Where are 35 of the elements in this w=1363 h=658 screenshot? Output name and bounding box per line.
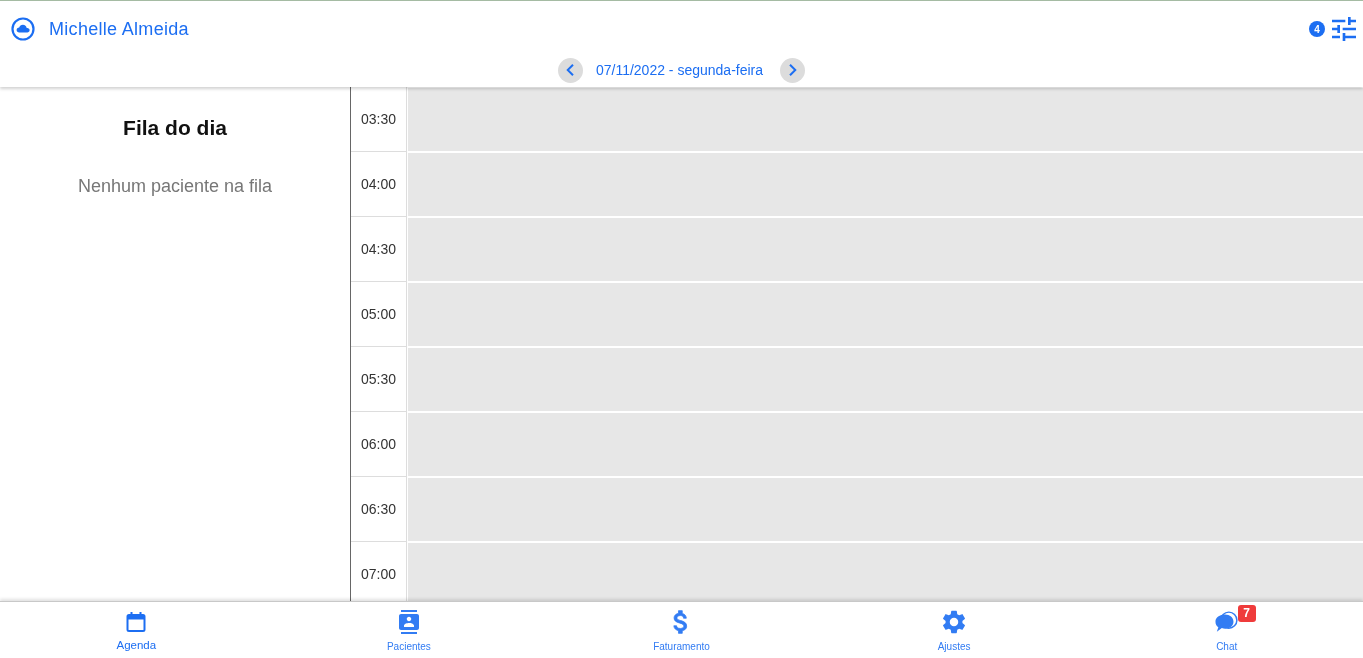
time-slot[interactable]: [408, 348, 1363, 411]
chevron-right-icon: [788, 64, 797, 76]
time-label: 05:30: [351, 347, 407, 412]
time-label: 05:00: [351, 282, 407, 347]
time-slot[interactable]: [408, 543, 1363, 601]
time-label: 06:30: [351, 477, 407, 542]
cloud-icon: [11, 17, 35, 41]
time-label: 03:30: [351, 87, 407, 152]
empty-queue-message: Nenhum paciente na fila: [77, 175, 273, 197]
chevron-left-icon: [566, 64, 575, 76]
time-slot[interactable]: [408, 413, 1363, 476]
gear-icon: [942, 610, 967, 634]
nav-tab[interactable]: Pacientes: [372, 603, 445, 657]
user-name: Michelle Almeida: [49, 18, 189, 40]
person-card-icon: [396, 610, 421, 634]
time-slot[interactable]: [408, 283, 1363, 346]
nav-tab[interactable]: Agenda: [102, 603, 171, 656]
time-label: 06:00: [351, 412, 407, 477]
time-label: 04:30: [351, 217, 407, 282]
filter-count-badge: 4: [1309, 21, 1325, 37]
unread-count-badge: 7: [1237, 605, 1256, 622]
time-slot[interactable]: [408, 218, 1363, 281]
nav-tab[interactable]: Faturamento: [639, 603, 724, 657]
next-day-button[interactable]: [780, 57, 806, 83]
time-slot[interactable]: [408, 153, 1363, 216]
queue-title: Fila do dia: [123, 115, 227, 141]
time-slot[interactable]: [408, 478, 1363, 541]
previous-day-button[interactable]: [557, 57, 583, 83]
time-label: 04:00: [351, 152, 407, 217]
time-slot[interactable]: [408, 88, 1363, 151]
sliders-icon[interactable]: [1332, 17, 1356, 41]
nav-tab[interactable]: Ajustes: [923, 603, 985, 657]
date-label: 07/11/2022 - segunda-feira: [595, 62, 764, 78]
chat-bubbles-icon: [1214, 610, 1239, 634]
calendar-icon: [124, 610, 149, 634]
